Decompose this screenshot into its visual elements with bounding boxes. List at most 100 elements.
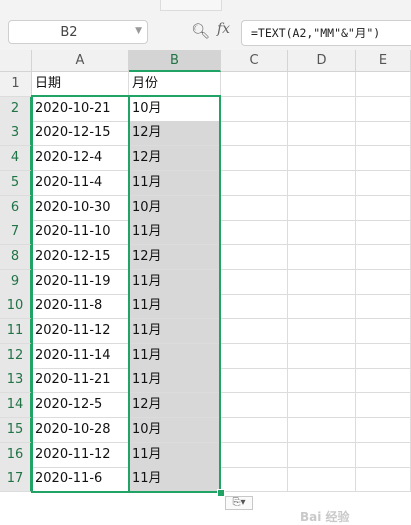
cell-a5[interactable]: 2020-11-4 — [32, 171, 129, 196]
cell-a12[interactable]: 2020-11-14 — [32, 344, 129, 369]
row-header-12[interactable]: 12 — [0, 344, 32, 369]
cell-d2[interactable] — [288, 97, 356, 122]
row-header-15[interactable]: 15 — [0, 418, 32, 443]
cell-a15[interactable]: 2020-10-28 — [32, 418, 129, 443]
cell-d4[interactable] — [288, 146, 356, 171]
cell-d5[interactable] — [288, 171, 356, 196]
row-header-8[interactable]: 8 — [0, 245, 32, 270]
cell-b4[interactable]: 12月 — [129, 146, 221, 171]
cell-b16[interactable]: 11月 — [129, 443, 221, 468]
cell-a9[interactable]: 2020-11-19 — [32, 270, 129, 295]
cell-b17[interactable]: 11月 — [129, 467, 221, 492]
cell-e13[interactable] — [356, 368, 411, 393]
cell-c12[interactable] — [221, 344, 288, 369]
cell-e15[interactable] — [356, 418, 411, 443]
cell-e12[interactable] — [356, 344, 411, 369]
cell-a6[interactable]: 2020-10-30 — [32, 196, 129, 221]
row-header-10[interactable]: 10 — [0, 294, 32, 319]
cell-a1[interactable]: 日期 — [32, 72, 129, 97]
cell-a17[interactable]: 2020-11-6 — [32, 467, 129, 492]
formula-input[interactable]: =TEXT(A2,"MM"&"月") — [241, 20, 411, 46]
row-header-6[interactable]: 6 — [0, 196, 32, 221]
cell-b13[interactable]: 11月 — [129, 368, 221, 393]
column-header-b[interactable]: B — [129, 50, 221, 72]
cell-d1[interactable] — [288, 72, 356, 97]
cell-a7[interactable]: 2020-11-10 — [32, 220, 129, 245]
row-header-1[interactable]: 1 — [0, 72, 32, 97]
cell-c11[interactable] — [221, 319, 288, 344]
cell-c17[interactable] — [221, 467, 288, 492]
cell-b10[interactable]: 11月 — [129, 294, 221, 319]
fill-handle[interactable] — [217, 489, 225, 497]
cell-d11[interactable] — [288, 319, 356, 344]
cell-c2[interactable] — [221, 97, 288, 122]
cell-c4[interactable] — [221, 146, 288, 171]
cell-e3[interactable] — [356, 121, 411, 146]
cell-e16[interactable] — [356, 443, 411, 468]
cell-d9[interactable] — [288, 270, 356, 295]
cell-b14[interactable]: 12月 — [129, 393, 221, 418]
cell-d3[interactable] — [288, 121, 356, 146]
row-header-4[interactable]: 4 — [0, 146, 32, 171]
cell-e9[interactable] — [356, 270, 411, 295]
cell-d17[interactable] — [288, 467, 356, 492]
cell-b15[interactable]: 10月 — [129, 418, 221, 443]
row-header-7[interactable]: 7 — [0, 220, 32, 245]
spreadsheet-grid[interactable]: A B C D E 1 日期 月份 2 2020-10-21 10月 3 2020-12-15… — [0, 50, 411, 524]
cell-b3[interactable]: 12月 — [129, 121, 221, 146]
cell-b7[interactable]: 11月 — [129, 220, 221, 245]
cell-e17[interactable] — [356, 467, 411, 492]
column-header-d[interactable]: D — [288, 50, 356, 72]
cell-a2[interactable]: 2020-10-21 — [32, 97, 129, 122]
cell-e4[interactable] — [356, 146, 411, 171]
row-header-16[interactable]: 16 — [0, 443, 32, 468]
row-header-11[interactable]: 11 — [0, 319, 32, 344]
cell-a14[interactable]: 2020-12-5 — [32, 393, 129, 418]
row-header-3[interactable]: 3 — [0, 121, 32, 146]
column-header-e[interactable]: E — [356, 50, 411, 72]
row-header-13[interactable]: 13 — [0, 368, 32, 393]
cell-c8[interactable] — [221, 245, 288, 270]
row-header-9[interactable]: 9 — [0, 270, 32, 295]
cell-d16[interactable] — [288, 443, 356, 468]
cell-b6[interactable]: 10月 — [129, 196, 221, 221]
cell-a4[interactable]: 2020-12-4 — [32, 146, 129, 171]
cell-e14[interactable] — [356, 393, 411, 418]
cell-d7[interactable] — [288, 220, 356, 245]
cell-c1[interactable] — [221, 72, 288, 97]
cell-b9[interactable]: 11月 — [129, 270, 221, 295]
cell-d14[interactable] — [288, 393, 356, 418]
cell-e8[interactable] — [356, 245, 411, 270]
cell-b12[interactable]: 11月 — [129, 344, 221, 369]
fx-icon[interactable]: fx — [217, 21, 230, 37]
zoom-search-icon[interactable]: 🔍︎ — [191, 22, 210, 40]
ribbon-collapse-handle[interactable] — [160, 0, 222, 11]
cell-a11[interactable]: 2020-11-12 — [32, 319, 129, 344]
cell-b1[interactable]: 月份 — [129, 72, 221, 97]
cell-c13[interactable] — [221, 368, 288, 393]
cell-c15[interactable] — [221, 418, 288, 443]
cell-c5[interactable] — [221, 171, 288, 196]
cell-d13[interactable] — [288, 368, 356, 393]
cell-c9[interactable] — [221, 270, 288, 295]
cell-c7[interactable] — [221, 220, 288, 245]
cell-b11[interactable]: 11月 — [129, 319, 221, 344]
cell-c3[interactable] — [221, 121, 288, 146]
cell-b2[interactable]: 10月 — [129, 97, 221, 122]
chevron-down-icon[interactable]: ▼ — [135, 26, 142, 36]
cell-a3[interactable]: 2020-12-15 — [32, 121, 129, 146]
cell-a10[interactable]: 2020-11-8 — [32, 294, 129, 319]
row-header-2[interactable]: 2 — [0, 97, 32, 122]
cell-c14[interactable] — [221, 393, 288, 418]
row-header-14[interactable]: 14 — [0, 393, 32, 418]
cell-a13[interactable]: 2020-11-21 — [32, 368, 129, 393]
column-header-a[interactable]: A — [32, 50, 129, 72]
cell-e2[interactable] — [356, 97, 411, 122]
cell-a16[interactable]: 2020-11-12 — [32, 443, 129, 468]
cell-d6[interactable] — [288, 196, 356, 221]
cell-d8[interactable] — [288, 245, 356, 270]
cell-b8[interactable]: 12月 — [129, 245, 221, 270]
cell-e5[interactable] — [356, 171, 411, 196]
paste-options-icon[interactable]: ⎘▾ — [225, 496, 253, 510]
row-header-5[interactable]: 5 — [0, 171, 32, 196]
